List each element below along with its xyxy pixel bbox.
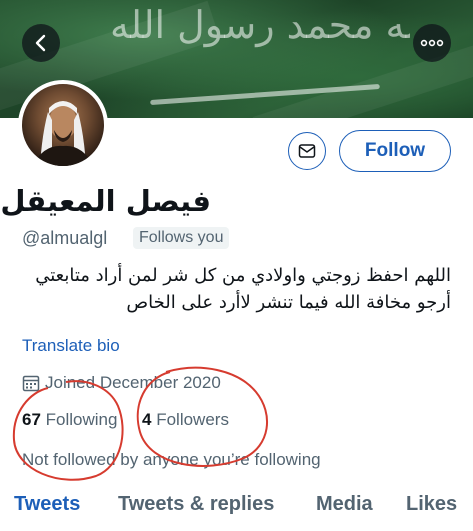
handle: @almualgl (22, 228, 108, 248)
tab-likes[interactable]: Likes (406, 493, 457, 516)
bio: اللهم احفظ زوجتي واولادي من كل شر لمن أر… (35, 265, 451, 313)
calendar-icon (22, 375, 40, 392)
not-followed-notice: Not followed by anyone you’re following (22, 450, 321, 469)
follows-you-badge: Follows you (133, 227, 230, 249)
following-link[interactable]: 67 Following (22, 410, 117, 430)
followers-link[interactable]: 4 Followers (142, 410, 229, 430)
followers-count: 4 (142, 410, 152, 429)
avatar[interactable] (18, 80, 108, 170)
follow-button[interactable]: Follow (339, 130, 451, 172)
following-count: 67 (22, 410, 41, 429)
tab-tweets[interactable]: Tweets (14, 493, 80, 516)
more-horizontal-icon (420, 39, 444, 47)
following-label: Following (45, 410, 118, 429)
more-options-button[interactable] (413, 24, 451, 62)
translate-bio-link[interactable]: Translate bio (22, 336, 120, 356)
joined-date: Joined December 2020 (22, 373, 221, 393)
message-button[interactable] (288, 132, 326, 170)
tab-tweets-replies[interactable]: Tweets & replies (118, 493, 274, 516)
joined-label: Joined December 2020 (45, 373, 221, 392)
mail-icon (298, 144, 316, 158)
profile-tabs: Tweets Tweets & replies Media Likes (0, 493, 473, 531)
back-button[interactable] (22, 24, 60, 62)
avatar-portrait (32, 101, 94, 166)
followers-label: Followers (156, 410, 229, 429)
tab-media[interactable]: Media (316, 493, 373, 516)
chevron-left-icon (35, 34, 46, 52)
display-name: فيصل المعيقل (0, 184, 211, 218)
